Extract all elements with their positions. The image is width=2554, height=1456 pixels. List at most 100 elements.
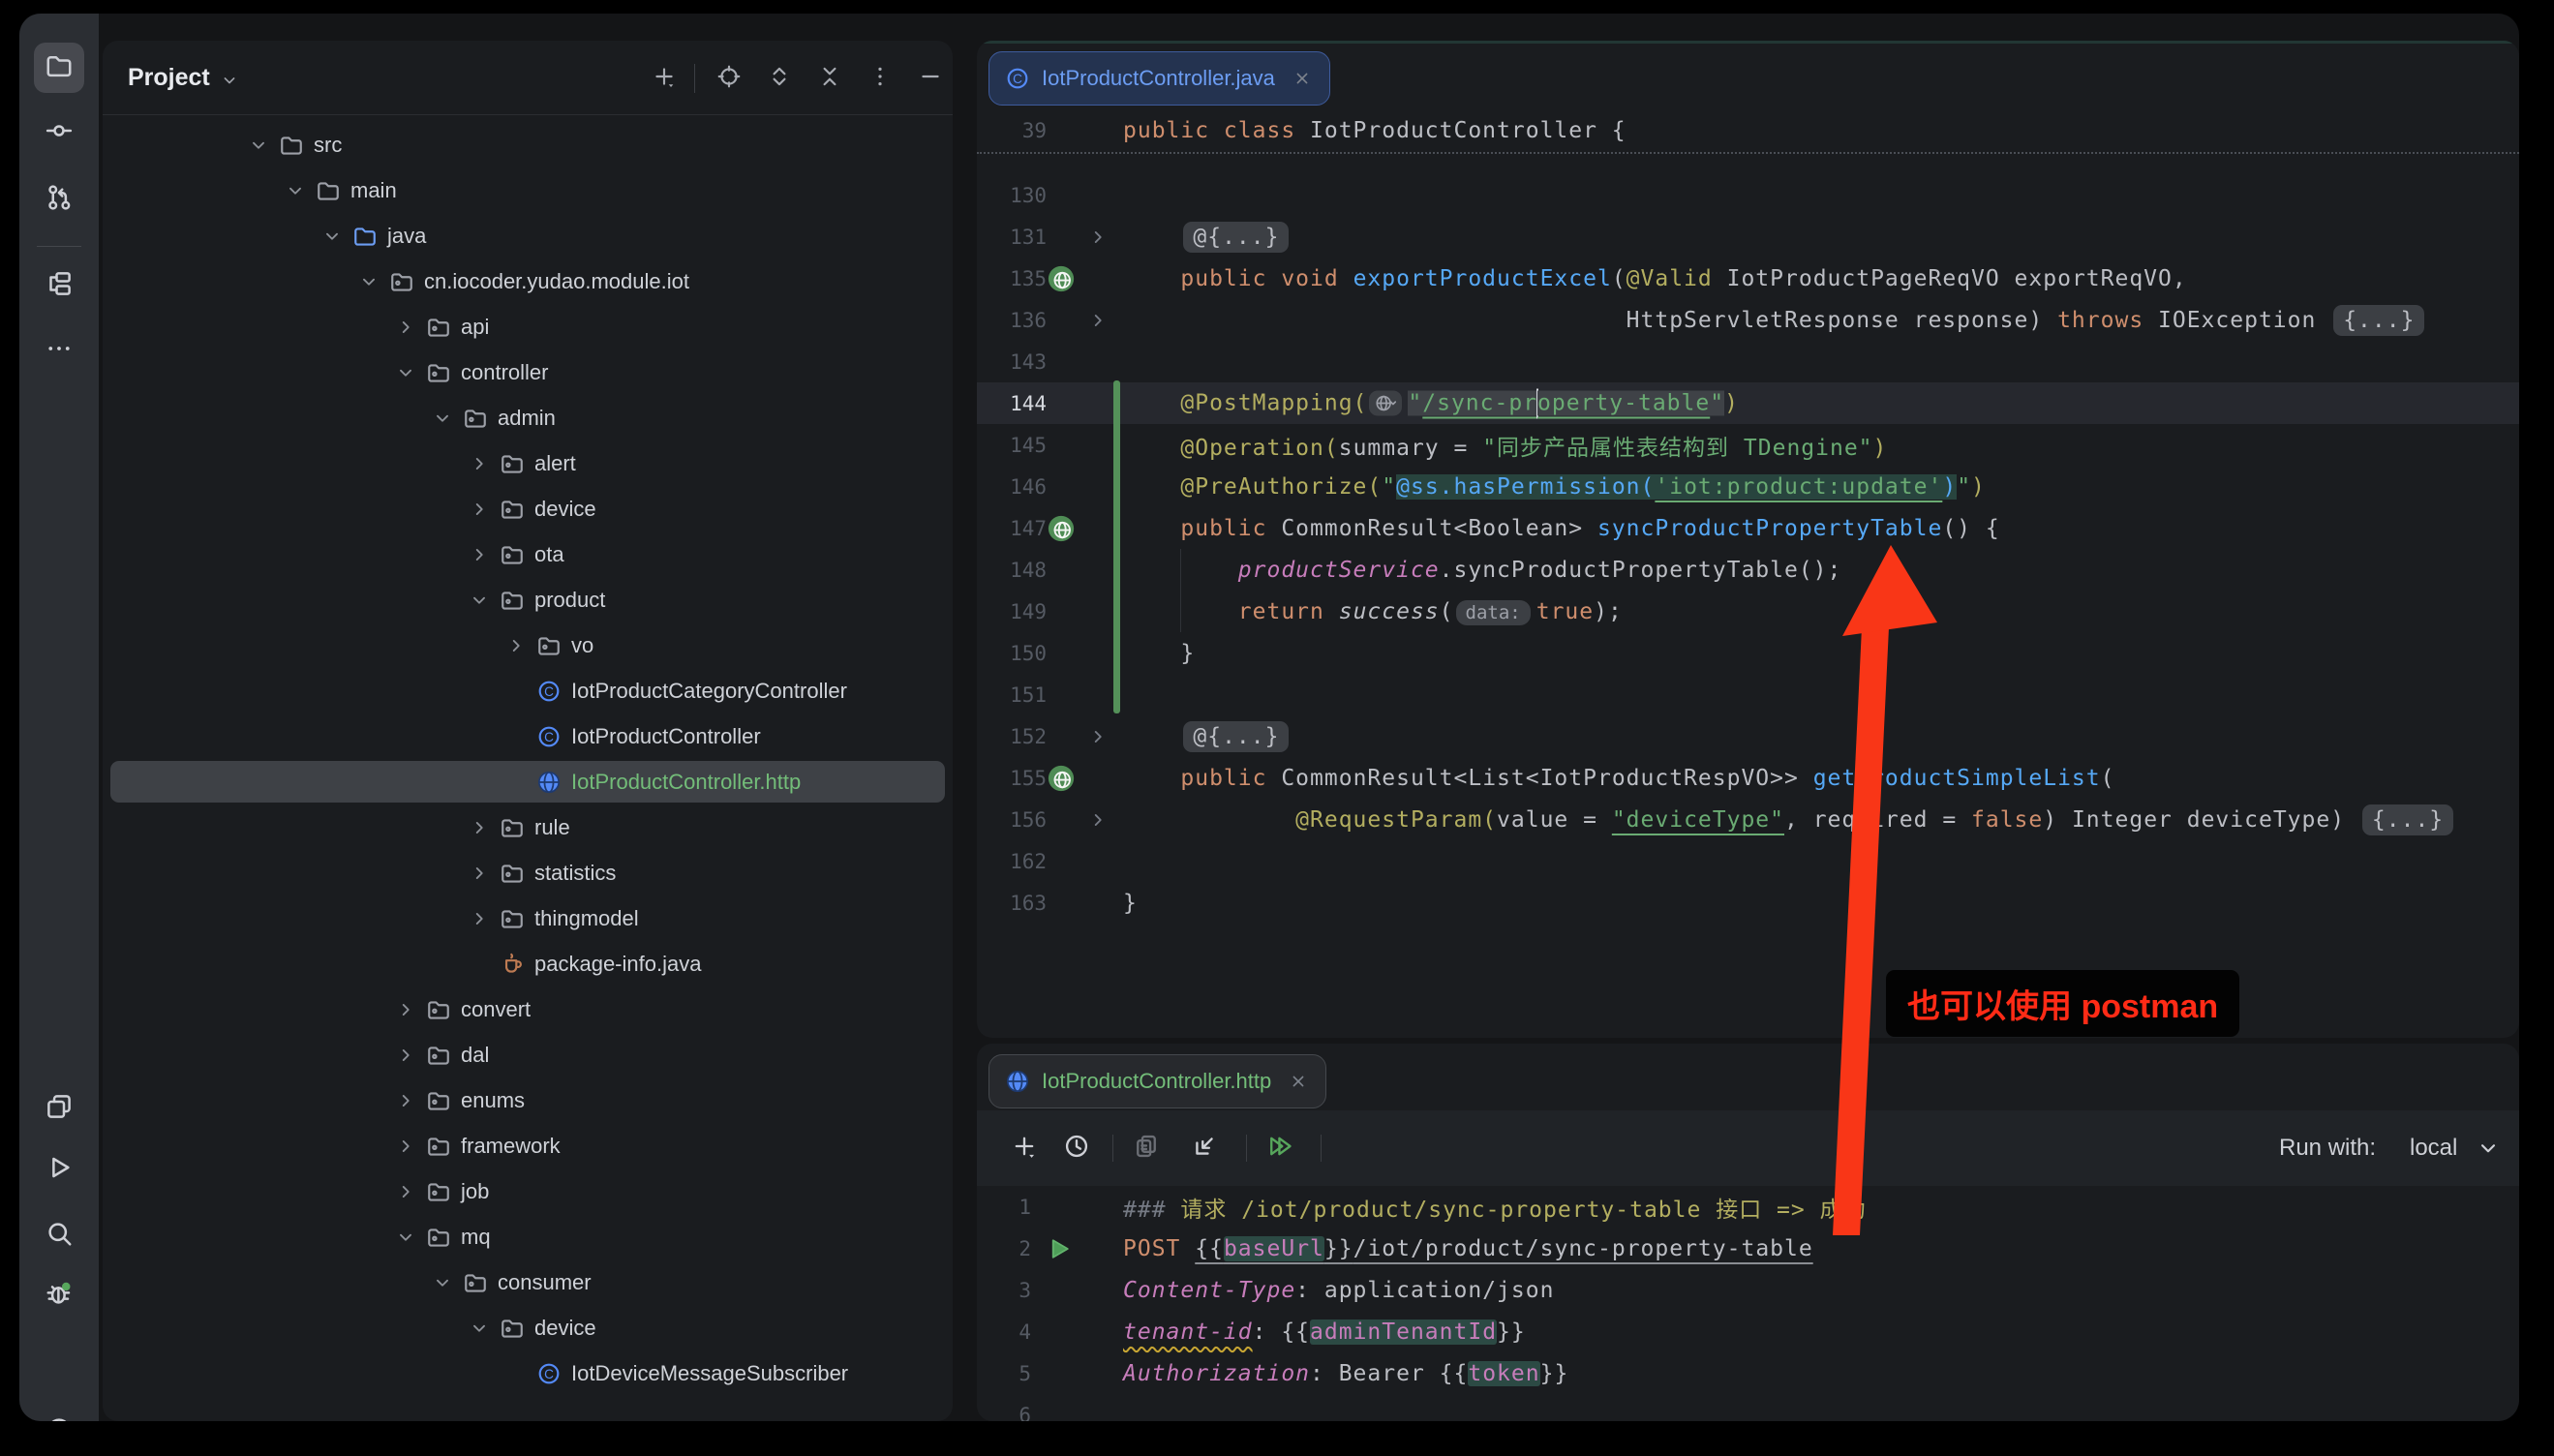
chevron-right-icon[interactable] — [469, 863, 490, 884]
add-button[interactable] — [648, 62, 681, 95]
url-inlay-globe-icon[interactable] — [1369, 391, 1402, 416]
history-button[interactable] — [1060, 1132, 1093, 1165]
package-icon — [426, 1043, 451, 1068]
tree-item-product[interactable]: product — [103, 577, 953, 622]
tree-item-iotproductcontroller-http[interactable]: IotProductController.http — [103, 759, 953, 804]
chevron-right-icon[interactable] — [469, 908, 490, 929]
chevron-down-icon[interactable] — [248, 135, 269, 156]
chevron-down-icon[interactable] — [469, 1318, 490, 1339]
tree-item-consumer[interactable]: consumer — [103, 1259, 953, 1305]
run-request-gutter-icon[interactable] — [1045, 1234, 1074, 1263]
close-icon[interactable] — [1289, 1072, 1308, 1091]
activity-bar-item-run-dashboard[interactable] — [34, 1083, 84, 1134]
environment-selector[interactable]: local — [2410, 1135, 2457, 1162]
copy-request-button[interactable] — [1130, 1132, 1163, 1165]
expand-all-button[interactable] — [763, 62, 796, 95]
chevron-right-icon[interactable] — [395, 1136, 416, 1157]
tree-item-framework[interactable]: framework — [103, 1123, 953, 1168]
tree-item-device[interactable]: device — [103, 1305, 953, 1350]
open-in-http-client-gutter-icon[interactable] — [1047, 264, 1076, 293]
activity-bar-item-run[interactable] — [34, 1144, 84, 1195]
chevron-down-icon[interactable] — [469, 590, 490, 611]
tree-item-iotdevicemessagesubscriber[interactable]: CIotDeviceMessageSubscriber — [103, 1350, 953, 1396]
tree-item-device[interactable]: device — [103, 486, 953, 531]
chevron-down-icon[interactable] — [432, 1272, 453, 1293]
chevron-right-icon[interactable] — [469, 544, 490, 565]
chevron-right-icon[interactable] — [395, 999, 416, 1020]
tree-item-label: vo — [571, 633, 593, 658]
run-all-requests-button[interactable] — [1263, 1132, 1296, 1165]
fold-marker-icon[interactable] — [1087, 809, 1109, 831]
tree-item-controller[interactable]: controller — [103, 349, 953, 395]
chevron-down-icon[interactable] — [358, 271, 380, 292]
tree-item-mq[interactable]: mq — [103, 1214, 953, 1259]
activity-bar-item-structure[interactable] — [34, 260, 84, 311]
tree-item-convert[interactable]: convert — [103, 986, 953, 1032]
tree-item-package-info-java[interactable]: package-info.java — [103, 941, 953, 986]
tab-iotproductcontroller-http[interactable]: IotProductController.http — [988, 1054, 1326, 1108]
tree-item-src[interactable]: src — [103, 122, 953, 167]
tree-selection-highlight — [110, 761, 945, 803]
folder-java-icon — [352, 224, 378, 249]
fold-marker-icon[interactable] — [1087, 726, 1109, 747]
tree-item-thingmodel[interactable]: thingmodel — [103, 895, 953, 941]
line-number: 130 — [988, 184, 1047, 207]
fold-marker-icon[interactable] — [1087, 227, 1109, 248]
tree-item-java[interactable]: java — [103, 213, 953, 258]
code-area[interactable]: 130131 @{...}135 public void exportProdu… — [977, 174, 2519, 1038]
chevron-right-icon[interactable] — [395, 1045, 416, 1066]
code-line-147: 147 public CommonResult<Boolean> syncPro… — [977, 507, 2519, 549]
chevron-down-icon[interactable] — [2476, 1136, 2501, 1161]
activity-bar-item-search[interactable] — [34, 1210, 84, 1260]
chevron-down-icon[interactable] — [432, 408, 453, 429]
add-request-button[interactable] — [1008, 1132, 1041, 1165]
chevron-right-icon[interactable] — [469, 499, 490, 520]
close-icon[interactable] — [1292, 69, 1312, 88]
activity-bar-item-more-tool-windows[interactable] — [34, 325, 84, 376]
chevron-right-icon[interactable] — [395, 1181, 416, 1202]
chevron-down-icon[interactable] — [395, 362, 416, 383]
activity-bar-item-commit[interactable] — [34, 107, 84, 158]
code-line-143: 143 — [977, 341, 2519, 382]
project-panel-title[interactable]: Project — [128, 64, 239, 92]
tree-item-dal[interactable]: dal — [103, 1032, 953, 1077]
chevron-right-icon[interactable] — [505, 635, 527, 656]
locate-button[interactable] — [713, 62, 745, 95]
more-vertical-button[interactable] — [864, 62, 897, 95]
tab-iotproductcontroller-java[interactable]: C IotProductController.java — [988, 51, 1330, 106]
tree-item-admin[interactable]: admin — [103, 395, 953, 440]
chevron-down-icon[interactable] — [285, 180, 306, 201]
code-line-152: 152 @{...} — [977, 715, 2519, 757]
tree-item-statistics[interactable]: statistics — [103, 850, 953, 895]
chevron-right-icon[interactable] — [469, 817, 490, 838]
open-in-http-client-gutter-icon[interactable] — [1047, 764, 1076, 793]
chevron-down-icon[interactable] — [395, 1227, 416, 1248]
activity-bar-item-pull-requests[interactable] — [34, 174, 84, 225]
line-number: 147 — [988, 517, 1047, 540]
tree-item-alert[interactable]: alert — [103, 440, 953, 486]
tree-item-ota[interactable]: ota — [103, 531, 953, 577]
activity-bar-item-clipped-icon[interactable] — [34, 1388, 84, 1421]
http-code-area[interactable]: 1### 请求 /iot/product/sync-property-table… — [977, 1186, 2519, 1421]
chevron-right-icon[interactable] — [395, 317, 416, 338]
chevron-right-icon[interactable] — [395, 1090, 416, 1111]
tree-item-job[interactable]: job — [103, 1168, 953, 1214]
tree-item-label: controller — [461, 360, 548, 385]
tree-item-vo[interactable]: vo — [103, 622, 953, 668]
tree-item-main[interactable]: main — [103, 167, 953, 213]
open-in-http-client-gutter-icon[interactable] — [1047, 514, 1076, 543]
tree-item-iotproductcategorycontroller[interactable]: CIotProductCategoryController — [103, 668, 953, 713]
activity-bar-item-project[interactable] — [34, 43, 84, 93]
fold-marker-icon[interactable] — [1087, 310, 1109, 331]
activity-bar-item-debug[interactable] — [34, 1270, 84, 1320]
tree-item-iotproductcontroller[interactable]: CIotProductController — [103, 713, 953, 759]
chevron-down-icon[interactable] — [321, 226, 343, 247]
tree-item-api[interactable]: api — [103, 304, 953, 349]
tree-item-rule[interactable]: rule — [103, 804, 953, 850]
hide-button[interactable] — [914, 62, 947, 95]
tree-item-enums[interactable]: enums — [103, 1077, 953, 1123]
collapse-all-button[interactable] — [813, 62, 846, 95]
tree-item-cn-iocoder-yudao-module-iot[interactable]: cn.iocoder.yudao.module.iot — [103, 258, 953, 304]
chevron-right-icon[interactable] — [469, 453, 490, 474]
convert-import-button[interactable] — [1188, 1132, 1221, 1165]
